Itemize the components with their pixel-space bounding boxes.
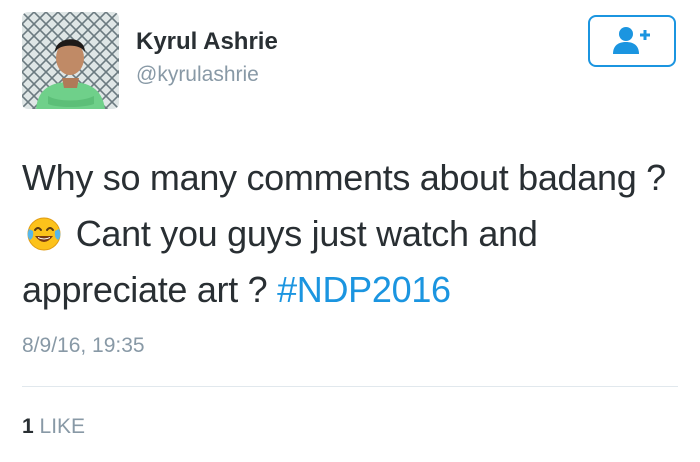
tweet-text: Why so many comments about badang ? Cant… [22,150,686,318]
hashtag-link[interactable]: #NDP2016 [277,269,451,310]
face-with-tears-of-joy-icon [26,212,62,251]
divider [22,386,678,387]
author-name[interactable]: Kyrul Ashrie [136,28,278,56]
profile-photo-icon [22,12,119,109]
like-label: LIKE [39,415,86,438]
add-user-icon [613,27,650,54]
timestamp[interactable]: 8/9/16, 19:35 [22,333,145,359]
like-count: 1 [22,415,34,438]
avatar[interactable] [22,12,119,109]
author-handle[interactable]: @kyrulashrie [136,62,259,88]
tweet-text-part1: Why so many comments about badang ? [22,157,666,198]
follow-button[interactable] [588,15,676,67]
likes-count[interactable]: 1 LIKE [22,414,85,440]
